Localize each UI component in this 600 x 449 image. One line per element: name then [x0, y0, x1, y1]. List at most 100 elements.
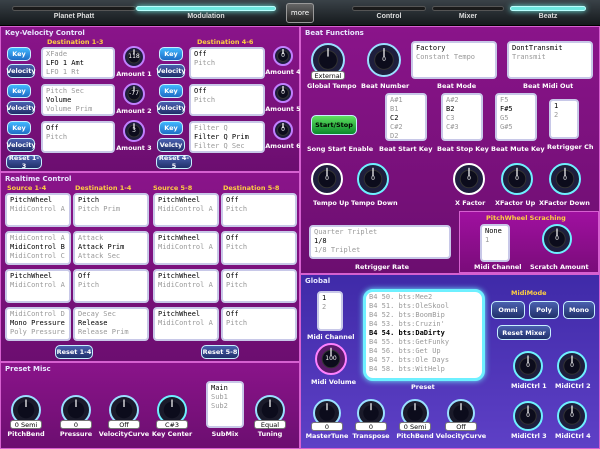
amount-knob-1[interactable]: 118 [123, 46, 145, 68]
dest-picker-1[interactable]: XFade LFO 1 Amt LFO 1 Rt [41, 47, 115, 79]
preset-list-item[interactable]: B4 54. bts:DaDirty [369, 329, 479, 338]
preset-list-item[interactable]: B4 56. bts:Get Up [369, 347, 479, 356]
poly-button[interactable]: Poly [529, 301, 559, 319]
preset-list-item[interactable]: B4 52. bts:BoomBip [369, 311, 479, 320]
beat-start-key-picker[interactable]: A#1 B1 C2 C#2 D2 [385, 93, 427, 141]
picker-option: F5 [500, 96, 509, 104]
velocity-button-1[interactable]: Velocity [6, 64, 36, 78]
reset-1-3-button[interactable]: Reset 1-3 [6, 154, 42, 170]
destination-picker-8[interactable]: Off Pitch [221, 307, 297, 341]
picker-option: Factory [416, 44, 446, 52]
source-picker-3[interactable]: PitchWheel MidiControl A [5, 269, 71, 303]
retrigger-ch-picker[interactable]: 12 [549, 99, 579, 139]
picker-option: C2 [390, 114, 399, 122]
knob-label: Key Center [151, 430, 193, 438]
reset-4-6-button[interactable]: Reset 4-5 [156, 154, 192, 170]
picker-option: 1/8 [314, 237, 327, 245]
scratch-midi-channel-picker[interactable]: None 1 [480, 224, 510, 262]
tempo-down-knob[interactable]: 0 [357, 163, 389, 195]
destination-picker-3[interactable]: Off Pitch [73, 269, 149, 303]
xfactor-down-knob[interactable]: 0 [549, 163, 581, 195]
picker-option: Main [211, 384, 228, 392]
midictrl-4-knob[interactable]: 0 [557, 401, 587, 431]
tab-control[interactable]: Control [352, 0, 426, 26]
submix-picker[interactable]: Main Sub1 Sub2 [206, 381, 244, 428]
amount-knob-6[interactable]: 0 [273, 120, 293, 140]
dest-picker-6[interactable]: Filter Q Filter Q Prim Filter Q Sec [189, 121, 265, 153]
velocity-button-3[interactable]: Velocity [6, 138, 36, 152]
beat-midi-out-picker[interactable]: DontTransmit Transmit [507, 41, 593, 79]
picker-option: 1 [554, 102, 559, 110]
key-button-2[interactable]: Key [7, 84, 31, 98]
x-factor-knob[interactable]: 0 [453, 163, 485, 195]
preset-list-item[interactable]: B4 50. bts:Mee2 [369, 293, 479, 302]
key-button-3[interactable]: Key [7, 121, 31, 135]
knob-value: 3 [132, 127, 136, 134]
destination-picker-5[interactable]: Off Pitch [221, 193, 297, 227]
omni-button[interactable]: Omni [491, 301, 525, 319]
tempo-up-knob[interactable]: 0 [311, 163, 343, 195]
tab-modulation[interactable]: Modulation [136, 0, 276, 26]
destination-picker-1[interactable]: Pitch Pitch Prim [73, 193, 149, 227]
velocity-button-6[interactable]: Velcty [157, 138, 185, 152]
beat-number-knob[interactable]: 0 [367, 43, 401, 77]
picker-option: Pitch [78, 281, 100, 289]
key-button-1[interactable]: Key [7, 47, 31, 61]
source-picker-7[interactable]: PitchWheel MidiControl A [153, 269, 219, 303]
preset-list-item[interactable]: B4 51. bts:OleSkool [369, 302, 479, 311]
amount-knob-5[interactable]: 0 [273, 83, 293, 103]
dest-picker-4[interactable]: Off Pitch [189, 47, 265, 79]
destination-picker-4[interactable]: Decay Sec Release Release Prim [73, 307, 149, 341]
destination-picker-6[interactable]: Off Pitch [221, 231, 297, 265]
velocity-button-4[interactable]: Velocity [156, 64, 186, 78]
more-button[interactable]: more [286, 3, 314, 23]
source-picker-1[interactable]: PitchWheel MidiControl A [5, 193, 71, 227]
reset-1-4-button[interactable]: Reset 1-4 [55, 345, 93, 359]
xfactor-up-knob[interactable]: 0 [501, 163, 533, 195]
preset-list-item[interactable]: B4 55. bts:GetFunky [369, 338, 479, 347]
source-picker-2[interactable]: MidiControl A MidiControl B MidiControl C [5, 231, 71, 265]
midi-volume-knob[interactable]: 100 [315, 343, 347, 375]
scratch-amount-knob[interactable]: 0 [542, 224, 572, 254]
midictrl-2-knob[interactable]: 0 [557, 351, 587, 381]
tab-mixer[interactable]: Mixer [432, 0, 504, 26]
dest-picker-5[interactable]: Off Pitch [189, 84, 265, 116]
mono-button[interactable]: Mono [563, 301, 595, 319]
midictrl-3-knob[interactable]: 0 [513, 401, 543, 431]
dest-picker-2[interactable]: Pitch Sec Volume Volume Prim [41, 84, 115, 116]
amount-knob-2[interactable]: -77 [123, 83, 145, 105]
preset-list-item[interactable]: B4 53. bts:Cruzin' [369, 320, 479, 329]
velocity-button-5[interactable]: Velocity [156, 101, 186, 115]
picker-option: C#3 [446, 123, 459, 131]
key-button-4[interactable]: Key [159, 47, 183, 61]
reset-mixer-button[interactable]: Reset Mixer [497, 325, 551, 340]
retrigger-rate-picker[interactable]: Quarter Triplet 1/8 1/8 Triplet [309, 225, 451, 259]
beat-mode-picker[interactable]: Factory Constant Tempo [411, 41, 497, 79]
beat-stop-key-picker[interactable]: A#2 B2 C3 C#3 [441, 93, 483, 141]
source-picker-8[interactable]: PitchWheel MidiControl A [153, 307, 219, 341]
amount-label: Amount 3 [116, 144, 152, 152]
global-midi-channel-picker[interactable]: 12 [317, 291, 343, 331]
preset-list-item[interactable]: B4 58. bts:WitHelp [369, 365, 479, 374]
preset-list[interactable]: B4 50. bts:Mee2 B4 51. bts:OleSkool B4 52.… [363, 289, 485, 381]
key-button-6[interactable]: Key [159, 121, 183, 135]
destination-picker-7[interactable]: Off Pitch [221, 269, 297, 303]
destination-picker-2[interactable]: Attack Attack Prim Attack Sec [73, 231, 149, 265]
reset-5-8-button[interactable]: Reset 5-8 [201, 345, 239, 359]
midictrl-1-knob[interactable]: 0 [513, 351, 543, 381]
start-stop-button[interactable]: Start/Stop [311, 115, 357, 135]
knob-value: 100 [325, 355, 337, 362]
key-button-5[interactable]: Key [159, 84, 183, 98]
tab-planet-phatt[interactable]: Planet Phatt [12, 0, 136, 26]
preset-list-item[interactable]: B4 57. bts:Ole Days [369, 356, 479, 365]
beat-mute-key-picker[interactable]: F5 F#5 G5 G#5 [495, 93, 537, 141]
amount-knob-4[interactable]: 0 [273, 46, 293, 66]
dest-picker-3[interactable]: Off Pitch [41, 121, 115, 153]
source-picker-6[interactable]: PitchWheel MidiControl A [153, 231, 219, 265]
source-picker-4[interactable]: MidiControl D Mono Pressure Poly Pressure [5, 307, 71, 341]
amount-knob-3[interactable]: 3 [123, 120, 145, 142]
tab-beatz[interactable]: Beatz [510, 0, 586, 26]
source-picker-5[interactable]: PitchWheel MidiControl A [153, 193, 219, 227]
picker-option: Off [226, 310, 239, 318]
velocity-button-2[interactable]: Velocity [6, 101, 36, 115]
